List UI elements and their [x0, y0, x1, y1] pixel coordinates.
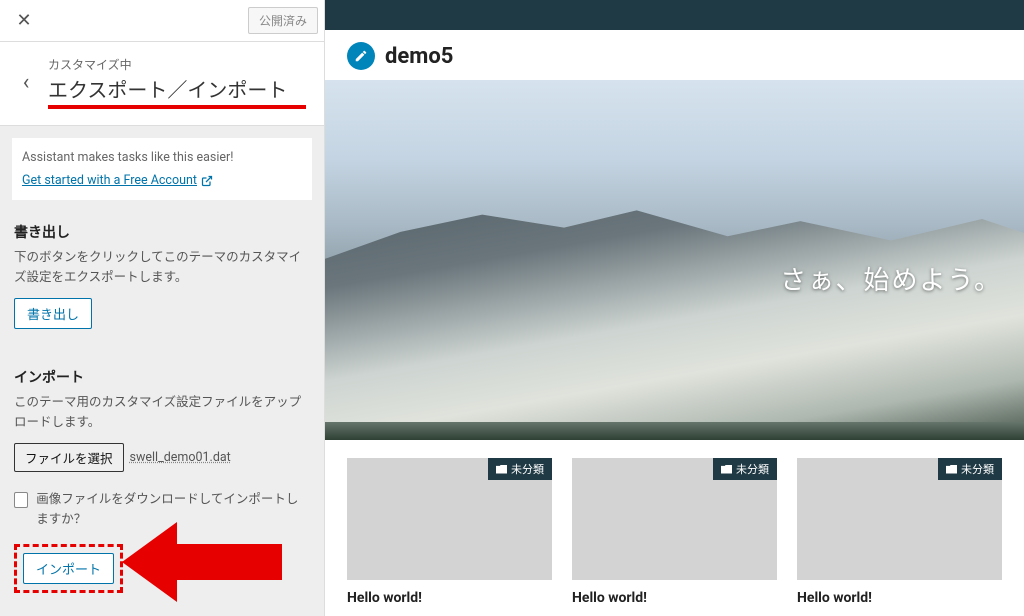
post-card[interactable]: 未分類 Hello world! [572, 458, 777, 606]
preview-topbar [325, 0, 1024, 30]
post-thumbnail: 未分類 [572, 458, 777, 580]
pencil-icon [354, 49, 368, 63]
post-thumbnail: 未分類 [797, 458, 1002, 580]
download-images-label: 画像ファイルをダウンロードしてインポートしますか？ [36, 490, 310, 530]
download-images-checkbox[interactable] [14, 492, 28, 508]
selected-file-name: swell_demo01.dat [130, 450, 231, 465]
post-thumbnail: 未分類 [347, 458, 552, 580]
category-badge: 未分類 [488, 458, 552, 480]
import-highlight-box: インポート [14, 544, 123, 593]
breadcrumb: カスタマイズ中 [48, 56, 312, 73]
import-desc: このテーマ用のカスタマイズ設定ファイルをアップロードします。 [14, 393, 310, 433]
post-title: Hello world! [797, 590, 1002, 606]
site-title: demo5 [385, 44, 453, 69]
publish-status-button[interactable]: 公開済み [248, 7, 318, 34]
post-title: Hello world! [572, 590, 777, 606]
panel-title: エクスポート／インポート [48, 77, 312, 103]
post-title: Hello world! [347, 590, 552, 606]
callout-arrow-icon [122, 522, 282, 602]
assistant-link-label: Get started with a Free Account [22, 173, 197, 188]
post-card[interactable]: 未分類 Hello world! [797, 458, 1002, 606]
external-link-icon [201, 175, 213, 187]
back-arrow-icon[interactable]: ‹ [12, 70, 40, 95]
hero-caption: さぁ、始めよう。 [780, 260, 1002, 297]
hero-image: さぁ、始めよう。 [325, 80, 1024, 440]
close-icon[interactable]: ✕ [6, 3, 42, 39]
import-heading: インポート [14, 367, 310, 387]
category-badge: 未分類 [713, 458, 777, 480]
assistant-message: Assistant makes tasks like this easier! [22, 150, 302, 165]
import-button[interactable]: インポート [23, 553, 114, 584]
category-badge: 未分類 [938, 458, 1002, 480]
export-heading: 書き出し [14, 222, 310, 242]
post-card[interactable]: 未分類 Hello world! [347, 458, 552, 606]
folder-icon [946, 465, 957, 474]
choose-file-button[interactable]: ファイルを選択 [14, 443, 124, 472]
title-underline [48, 105, 306, 109]
folder-icon [721, 465, 732, 474]
folder-icon [496, 465, 507, 474]
export-desc: 下のボタンをクリックしてこのテーマのカスタマイズ設定をエクスポートします。 [14, 248, 310, 288]
assistant-link[interactable]: Get started with a Free Account [22, 173, 213, 188]
edit-shortcut-button[interactable] [347, 42, 375, 70]
export-button[interactable]: 書き出し [14, 298, 92, 329]
